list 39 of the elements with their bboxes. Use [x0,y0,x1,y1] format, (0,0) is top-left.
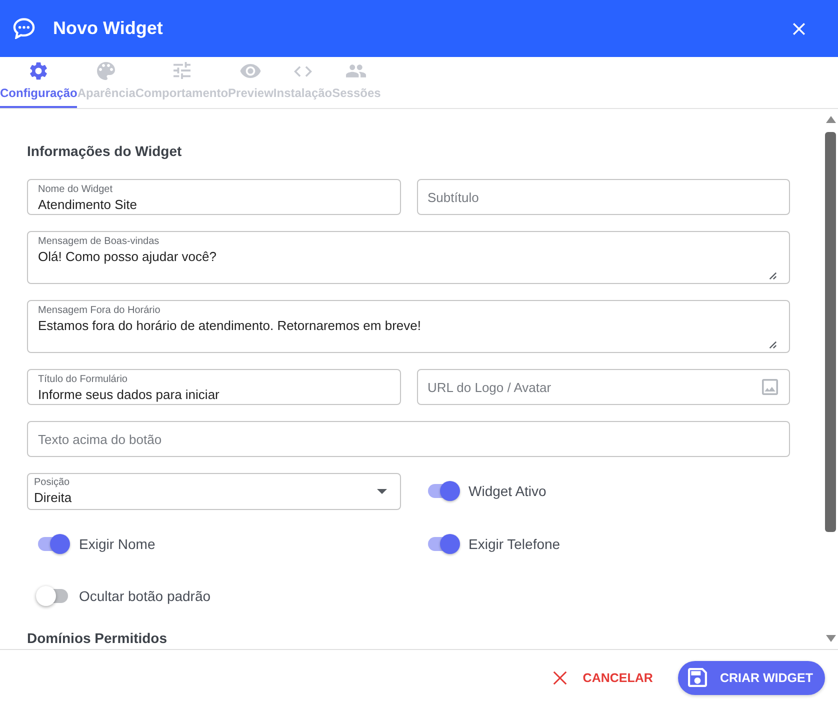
sliders-icon [172,62,191,79]
tab[interactable]: Configuração [0,57,78,108]
scroll-down-icon[interactable] [826,635,836,642]
section-title: Domínios Permitidos [27,630,168,646]
close-icon [552,670,567,684]
toggle-switch[interactable] [426,534,460,554]
toggle-switch[interactable] [36,586,70,606]
toggle-label: Ocultar botão padrão [79,588,211,604]
caret-icon [376,489,386,494]
scroll-up-icon[interactable] [826,116,836,123]
text-field[interactable]: Texto acima do botão [27,421,790,457]
toggle-label: Exigir Telefone [468,536,560,552]
gear-icon [30,62,48,80]
chat-bubble-icon [13,18,35,39]
text-area[interactable]: Mensagem Fora do Horário Estamos fora do horário de atendimento. Retornaremos em breve! [27,300,790,353]
palette-icon [97,62,116,80]
toggle-switch[interactable] [36,534,70,554]
resize-grip-icon [768,271,777,280]
close-button[interactable] [793,22,805,34]
toggle-label: Widget Ativo [468,483,546,499]
url-field[interactable]: URL do Logo / Avatar [416,369,790,405]
text-field[interactable]: Nome do Widget Atendimento Site [27,179,400,215]
select-field[interactable]: Posição Direita [27,473,400,510]
section-title: Informações do Widget [27,143,183,159]
window-title: Novo Widget [53,18,163,39]
code-brackets-icon [294,66,312,76]
cancel-button[interactable]: CANCELAR [544,660,661,694]
people-icon [346,64,366,78]
text-field[interactable]: Subtítulo [416,179,790,215]
close-icon [793,22,805,34]
scrollbar-thumb[interactable] [825,132,836,532]
text-area[interactable]: Mensagem de Boas-vindas Olá! Como posso ajudar você? [27,231,790,284]
toggle-label: Exigir Nome [79,536,156,552]
eye-icon [240,64,262,78]
create-button[interactable]: CRIAR WIDGET [678,660,825,694]
resize-grip-icon [768,340,777,349]
toggle-switch[interactable] [426,481,460,501]
image-icon [762,379,778,395]
text-field[interactable]: Título do Formulário Informe seus dados para iniciar [27,369,400,405]
